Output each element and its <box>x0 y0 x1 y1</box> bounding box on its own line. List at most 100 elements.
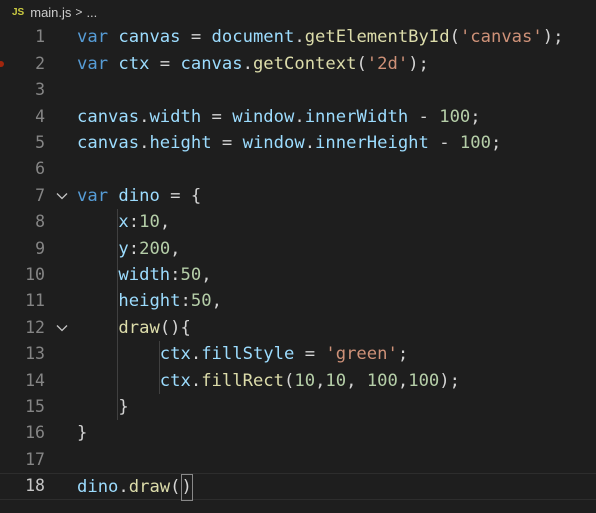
code-line[interactable]: 8 x:10, <box>0 209 596 235</box>
code-token: . <box>190 370 202 391</box>
code-line[interactable]: 6 <box>0 156 596 182</box>
breadcrumb-ellipsis[interactable]: ... <box>86 5 97 20</box>
code-token: ( <box>356 53 367 74</box>
code-token: - <box>428 133 460 153</box>
chevron-down-icon[interactable] <box>54 183 70 209</box>
code-token: ( <box>284 370 295 391</box>
code-token: var <box>77 185 109 206</box>
code-text: } <box>77 394 128 420</box>
code-editor[interactable]: 1 var canvas = document.getElementById('c… <box>0 24 596 513</box>
code-token: , <box>201 265 212 285</box>
code-line[interactable]: 5 canvas.height = window.innerHeight - 10… <box>0 130 596 156</box>
code-token: 100 <box>408 370 440 391</box>
javascript-file-icon: JS <box>12 6 25 18</box>
code-text: } <box>77 420 87 446</box>
code-token: 100 <box>366 370 398 391</box>
code-token: : <box>128 212 140 233</box>
line-number: 5 <box>35 133 45 152</box>
code-token: ctx <box>159 344 191 365</box>
indent-guide <box>117 209 118 421</box>
code-token: 100 <box>439 106 471 127</box>
code-token: , <box>170 238 181 259</box>
indent-guide <box>159 341 160 394</box>
code-token: 50 <box>190 291 212 312</box>
code-token: = <box>180 27 212 48</box>
code-line[interactable]: 11 height:50, <box>0 288 596 314</box>
code-token: canvas <box>180 53 243 74</box>
code-token: = { <box>159 185 202 206</box>
line-number: 3 <box>35 80 45 100</box>
code-token: 'green' <box>325 344 398 365</box>
code-token: 10 <box>139 212 160 233</box>
code-token: window <box>232 106 295 127</box>
line-number: 1 <box>35 27 45 47</box>
code-token: 10 <box>325 370 347 391</box>
code-token: ); <box>408 53 429 74</box>
code-line[interactable]: 14 ctx.fillRect(10,10, 100,100); <box>0 368 596 394</box>
code-token: getContext <box>252 53 357 74</box>
code-line[interactable]: 1 var canvas = document.getElementById('c… <box>0 24 596 50</box>
line-number: 8 <box>35 212 45 232</box>
code-line[interactable]: 4 canvas.width = window.innerWidth - 100; <box>0 104 596 130</box>
code-line[interactable]: 3 <box>0 77 596 103</box>
line-number: 16 <box>25 423 45 443</box>
code-text: var canvas = document.getElementById('ca… <box>77 24 563 50</box>
code-token: ); <box>439 370 460 391</box>
code-token: (){ <box>159 317 191 338</box>
line-number: 18 <box>25 476 45 496</box>
code-token: y <box>118 238 129 259</box>
code-token: . <box>190 344 202 365</box>
code-token: canvas <box>77 106 140 127</box>
code-line[interactable]: 13 ctx.fillStyle = 'green'; <box>0 341 596 367</box>
code-token: ( <box>170 477 181 498</box>
breadcrumb-file-name[interactable]: main.js <box>30 5 71 20</box>
code-token: - <box>408 106 440 127</box>
code-token: = <box>201 106 233 127</box>
line-number: 6 <box>35 159 45 179</box>
line-number: 7 <box>35 185 45 205</box>
code-token: 200 <box>139 238 171 259</box>
code-line[interactable]: 9 y:200, <box>0 236 596 262</box>
code-text: var ctx = canvas.getContext('2d'); <box>77 51 429 77</box>
code-token: : <box>128 238 140 259</box>
code-token: window <box>242 133 305 153</box>
code-text: dino.draw() <box>77 474 193 501</box>
code-token: width <box>118 265 171 285</box>
code-token: = <box>211 133 243 153</box>
code-line[interactable]: 2 var ctx = canvas.getContext('2d'); <box>0 51 596 77</box>
code-text: height:50, <box>77 288 222 314</box>
code-token: height <box>118 291 181 312</box>
code-token: height <box>149 133 212 153</box>
code-token: x <box>118 212 129 233</box>
code-token: innerWidth <box>304 106 409 127</box>
line-number: 9 <box>35 238 45 258</box>
code-token: getElementById <box>304 27 450 48</box>
code-line[interactable]: 10 width:50, <box>0 262 596 288</box>
code-token: fillRect <box>201 370 284 391</box>
code-token: , <box>315 370 326 391</box>
code-line[interactable]: 18 dino.draw() <box>0 473 596 501</box>
code-token: ; <box>470 106 481 127</box>
code-token: draw <box>118 317 160 338</box>
code-token: width <box>149 106 202 127</box>
code-line[interactable]: 16} <box>0 420 596 446</box>
line-number: 15 <box>25 397 45 416</box>
code-line[interactable]: 17 <box>0 447 596 473</box>
code-token: . <box>118 477 129 498</box>
code-line[interactable]: 12 draw(){ <box>0 315 596 341</box>
chevron-down-icon[interactable] <box>54 315 70 341</box>
code-token: . <box>294 27 305 48</box>
code-line[interactable]: 7 var dino = { <box>0 183 596 209</box>
code-token: ; <box>397 344 409 365</box>
code-token: : <box>170 265 181 285</box>
line-number: 12 <box>25 317 45 337</box>
code-token: var <box>77 27 109 48</box>
code-token: ; <box>490 133 502 153</box>
code-line[interactable]: 15 } <box>0 394 596 420</box>
code-text: canvas.height = window.innerHeight - 100… <box>77 130 501 156</box>
